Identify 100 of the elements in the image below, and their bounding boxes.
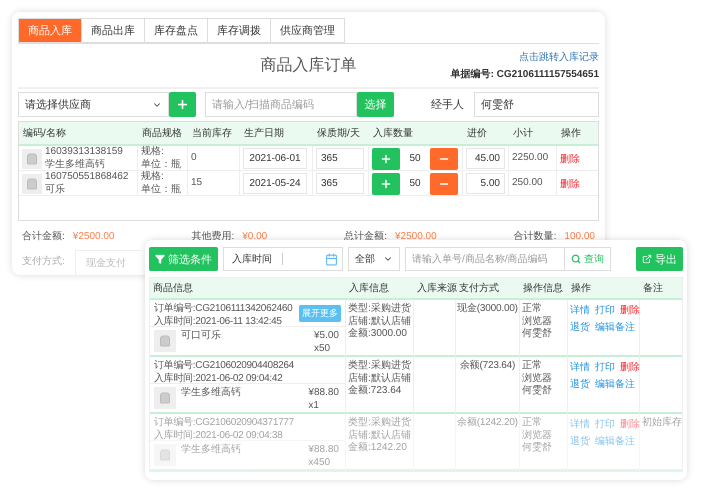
browser-text: 浏览器: [522, 430, 552, 442]
order-number: 订单编号:CG2106111342062460: [154, 303, 292, 316]
tab[interactable]: 商品出库: [82, 18, 145, 43]
quantity-field[interactable]: 50: [400, 148, 430, 169]
delete-link[interactable]: 删除: [560, 176, 580, 190]
order-status: 正常: [522, 303, 542, 316]
price-field[interactable]: 5.00: [466, 173, 505, 194]
order-time: 入库时间:2021-06-11 13:42:45: [154, 316, 282, 328]
column-header: 小计: [512, 126, 534, 140]
action-link[interactable]: 删除: [620, 417, 640, 431]
column-header: 当前库存: [191, 126, 233, 140]
operator-name: 何雯舒: [522, 328, 552, 340]
product-price: ¥88.80: [308, 444, 339, 456]
shelf-life-field[interactable]: 365: [316, 148, 364, 169]
payment-method: 余额(723.64): [460, 360, 516, 372]
order-number: 订单编号:CG2106020904371777: [154, 417, 294, 430]
action-link[interactable]: 详情: [570, 360, 590, 374]
order-amount: 金额:1242.20: [348, 442, 407, 454]
page-title: 商品入库订单: [260, 56, 356, 76]
store-name: 店铺:默认店铺: [348, 316, 411, 328]
total-label: 合计金额:: [22, 231, 65, 244]
product-price: ¥88.80: [308, 387, 339, 400]
unit-text: 单位：瓶: [141, 158, 181, 170]
date-field[interactable]: 2021-06-01: [243, 148, 307, 169]
column-header: 操作: [560, 127, 582, 140]
store-name: 店铺:默认店铺: [348, 372, 411, 384]
tab[interactable]: 库存盘点: [145, 18, 208, 43]
product-code: 160750551868462: [45, 171, 128, 184]
export-icon: [642, 254, 652, 264]
quantity-field[interactable]: 50: [400, 173, 430, 194]
total-value: ¥2500.00: [72, 231, 114, 244]
action-link[interactable]: 详情: [570, 303, 590, 317]
action-link[interactable]: 退货: [570, 377, 590, 391]
plus-icon: [380, 152, 392, 164]
date-field[interactable]: 2021-05-24: [243, 173, 307, 194]
tab[interactable]: 商品入库: [18, 18, 82, 43]
add-supplier-button[interactable]: [169, 92, 196, 117]
total-value: ¥2500.00: [394, 231, 437, 244]
order-time: 入库时间:2021-06-02 09:04:42: [154, 372, 282, 385]
product-code: 16039313138159: [45, 146, 123, 158]
browser-text: 浏览器: [522, 372, 552, 385]
subtotal-value: 2250.00: [512, 152, 548, 165]
payment-method: 现金(3000.00): [457, 303, 518, 316]
column-header: 编码/名称: [22, 126, 67, 140]
filter-icon: [155, 254, 165, 264]
action-link[interactable]: 打印: [595, 303, 615, 317]
action-link[interactable]: 编辑备注: [595, 320, 635, 334]
browser-text: 浏览器: [522, 316, 552, 328]
column-header: 入库信息: [348, 282, 390, 295]
order-amount: 金额:3000.00: [348, 328, 407, 340]
tab[interactable]: 库存调拨: [208, 18, 271, 43]
column-header: 商品规格: [141, 126, 183, 140]
barcode-field[interactable]: 请输入/扫描商品编码: [205, 92, 357, 117]
order-type: 类型:采购进货: [348, 360, 411, 372]
product-quantity: x450: [308, 456, 330, 469]
export-button[interactable]: 导出: [636, 247, 683, 271]
decrease-button[interactable]: [430, 148, 458, 170]
column-header: 支付方式: [458, 282, 500, 295]
product-name: 可乐: [45, 184, 65, 196]
product-name: 可口可乐: [181, 330, 222, 343]
note-text: 初始库存: [642, 417, 682, 430]
action-link[interactable]: 退货: [570, 320, 590, 334]
column-header: 入库数量: [372, 126, 414, 140]
search-icon: [571, 254, 581, 264]
increase-button[interactable]: [372, 172, 400, 194]
total-value: ¥0.00: [242, 231, 268, 244]
order-type: 类型:采购进货: [348, 303, 411, 316]
action-link[interactable]: 编辑备注: [595, 377, 635, 391]
delete-link[interactable]: 删除: [560, 152, 580, 166]
column-header: 备注: [642, 282, 664, 295]
handler-field[interactable]: 何雯舒: [474, 92, 599, 117]
tab[interactable]: 供应商管理: [271, 18, 345, 43]
action-link[interactable]: 打印: [595, 360, 615, 374]
select-button[interactable]: 选择: [357, 92, 394, 117]
increase-button[interactable]: [372, 148, 400, 170]
decrease-button[interactable]: [430, 172, 458, 194]
shelf-life-field[interactable]: 365: [316, 173, 364, 194]
product-name: 学生多维高钙: [181, 387, 242, 400]
search-button[interactable]: 查询: [565, 247, 611, 271]
spec-text: 规格:: [141, 146, 164, 158]
search-field[interactable]: 请输入单号/商品名称/商品编码: [405, 247, 565, 271]
product-quantity: x1: [308, 400, 319, 412]
order-status: 正常: [522, 360, 542, 372]
subtotal-value: 250.00: [512, 177, 543, 190]
action-link[interactable]: 删除: [620, 303, 640, 317]
date-range-field[interactable]: 入库时间: [223, 247, 343, 271]
stock-value: 0: [191, 152, 197, 165]
record-link[interactable]: 点击跳转入库记录: [519, 50, 599, 64]
unit-text: 单位：瓶: [141, 184, 181, 196]
operator-name: 何雯舒: [522, 442, 552, 454]
filter-button[interactable]: 筛选条件: [149, 247, 218, 271]
action-link[interactable]: 删除: [620, 360, 640, 374]
spec-text: 规格:: [141, 171, 164, 184]
price-field[interactable]: 45.00: [466, 148, 505, 169]
supplier-select[interactable]: 请选择供应商: [18, 92, 169, 117]
calendar-icon: [325, 252, 338, 266]
column-header: 入库来源: [416, 282, 456, 295]
status-select[interactable]: 全部: [348, 247, 400, 271]
product-price: ¥5.00: [314, 330, 339, 342]
column-header: 进价: [466, 126, 488, 140]
